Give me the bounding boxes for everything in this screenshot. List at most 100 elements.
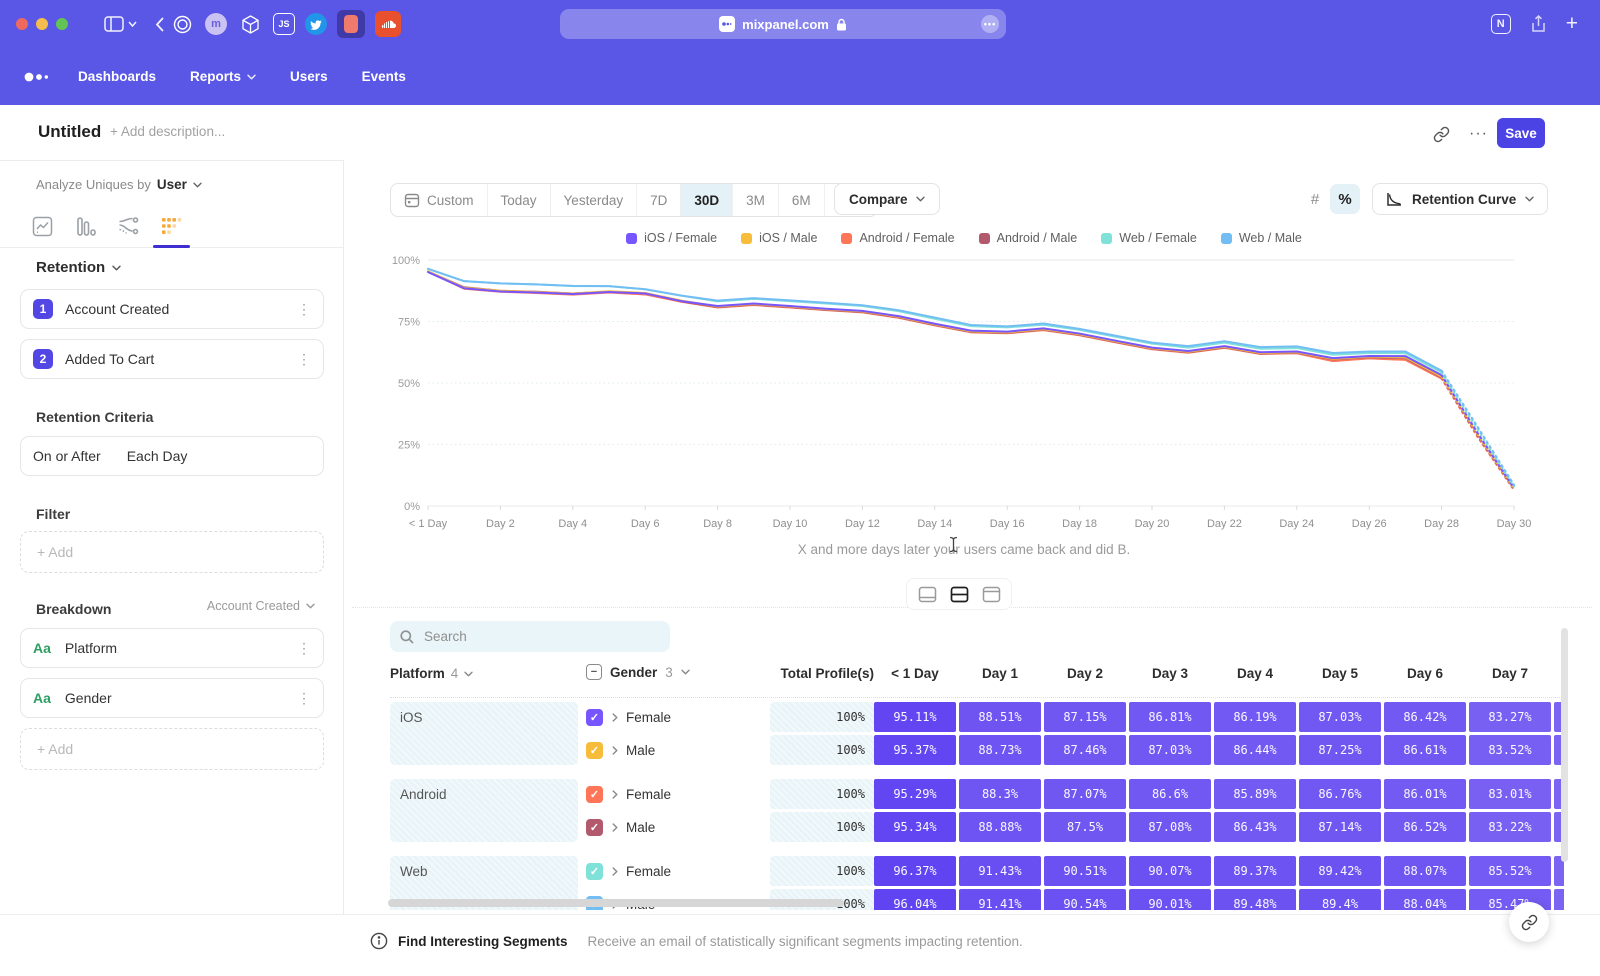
breakdown-add-button[interactable]: + Add — [20, 728, 324, 770]
expand-row-icon[interactable] — [612, 823, 618, 832]
compare-button[interactable]: Compare — [834, 183, 940, 215]
column-day[interactable]: Day 3 — [1129, 666, 1211, 681]
retention-value-cell[interactable]: 88.88% — [959, 812, 1041, 842]
range-button-7d[interactable]: 7D — [637, 184, 681, 216]
tab-flows[interactable] — [107, 205, 150, 247]
nav-item-users[interactable]: Users — [290, 69, 328, 84]
extension-m-icon[interactable]: m — [205, 13, 227, 35]
tab-insights[interactable] — [21, 205, 64, 247]
retention-value-cell[interactable]: 87.46% — [1044, 735, 1126, 765]
retention-value-cell[interactable]: 96.04% — [874, 889, 956, 910]
table-row[interactable]: ✓Female — [586, 856, 726, 886]
retention-value-cell[interactable]: 96.37% — [874, 856, 956, 886]
retention-value-cell[interactable]: 95.37% — [874, 735, 956, 765]
legend-item[interactable]: iOS / Female — [626, 231, 717, 245]
column-day[interactable]: Day 5 — [1299, 666, 1381, 681]
retention-value-cell[interactable]: 86.19% — [1214, 702, 1296, 732]
horizontal-scrollbar[interactable] — [388, 899, 844, 907]
retention-value-cell[interactable]: 91.41% — [959, 889, 1041, 910]
copy-link-icon[interactable] — [1433, 119, 1450, 149]
column-day[interactable]: < 1 Day — [874, 666, 956, 681]
extension-bird-icon[interactable] — [305, 13, 327, 35]
tab-funnels[interactable] — [64, 205, 107, 247]
nav-item-dashboards[interactable]: Dashboards — [78, 69, 156, 84]
criteria-value[interactable]: Each Day — [127, 448, 188, 464]
table-search-input[interactable] — [422, 628, 646, 645]
nav-item-events[interactable]: Events — [362, 69, 406, 84]
legend-item[interactable]: Web / Female — [1101, 231, 1197, 245]
maximize-window-button[interactable] — [56, 18, 68, 30]
extension-cube-icon[interactable] — [237, 11, 263, 37]
retention-value-cell[interactable]: 87.03% — [1299, 702, 1381, 732]
legend-item[interactable]: Web / Male — [1221, 231, 1302, 245]
step-event-name[interactable]: Account Created — [65, 301, 297, 317]
more-options-button[interactable]: ··· — [1469, 119, 1488, 149]
kebab-menu-icon[interactable]: ⋮ — [297, 690, 311, 707]
extension-soundcloud-icon[interactable] — [375, 11, 401, 37]
series-checkbox[interactable]: ✓ — [586, 786, 603, 803]
retention-criteria-row[interactable]: On or After Each Day — [20, 436, 324, 476]
retention-value-cell[interactable]: 85.89% — [1214, 779, 1296, 809]
retention-value-cell[interactable]: 86.42% — [1384, 702, 1466, 732]
vertical-scrollbar[interactable] — [1561, 628, 1568, 862]
retention-value-cell[interactable]: 86.6% — [1129, 779, 1211, 809]
retention-value-cell[interactable]: 88.04% — [1384, 889, 1466, 910]
percent-toggle[interactable]: % — [1330, 184, 1360, 214]
kebab-menu-icon[interactable]: ⋮ — [297, 351, 311, 368]
retention-value-cell[interactable]: 89.42% — [1299, 856, 1381, 886]
table-row[interactable]: ✓Female — [586, 779, 726, 809]
retention-value-cell[interactable]: 90.54% — [1044, 889, 1126, 910]
retention-value-cell[interactable]: 88.3% — [959, 779, 1041, 809]
breakdown-scope-selector[interactable]: Account Created — [207, 599, 315, 613]
mixpanel-logo[interactable] — [24, 71, 50, 83]
table-search[interactable] — [390, 621, 670, 652]
absolute-numbers-toggle[interactable]: # — [1300, 184, 1330, 214]
column-gender[interactable]: − Gender3 — [586, 664, 690, 680]
retention-value-cell[interactable]: 86.01% — [1384, 779, 1466, 809]
retention-value-cell[interactable]: 87.07% — [1044, 779, 1126, 809]
layout-table-only-toggle[interactable] — [977, 582, 1005, 606]
column-platform[interactable]: Platform4 — [390, 666, 473, 681]
expand-row-icon[interactable] — [612, 713, 618, 722]
retention-value-cell[interactable]: 88.51% — [959, 702, 1041, 732]
retention-value-cell[interactable]: 87.5% — [1044, 812, 1126, 842]
retention-value-cell[interactable]: 95.11% — [874, 702, 956, 732]
retention-value-cell[interactable]: 87.14% — [1299, 812, 1381, 842]
table-row[interactable]: ✓Female — [586, 702, 726, 732]
breakdown-platform[interactable]: Aa Platform ⋮ — [20, 628, 324, 668]
minimize-window-button[interactable] — [36, 18, 48, 30]
retention-step-2[interactable]: 2 Added To Cart ⋮ — [20, 339, 324, 379]
back-button[interactable] — [155, 17, 164, 32]
retention-section-header[interactable]: Retention — [36, 259, 121, 276]
retention-value-cell[interactable]: 85.52% — [1469, 856, 1551, 886]
retention-value-cell[interactable]: 95.34% — [874, 812, 956, 842]
series-checkbox[interactable]: ✓ — [586, 742, 603, 759]
column-day[interactable]: Day 7 — [1469, 666, 1551, 681]
retention-value-cell[interactable]: 87.25% — [1299, 735, 1381, 765]
extension-target-icon[interactable] — [169, 11, 195, 37]
retention-value-cell[interactable]: 86.61% — [1384, 735, 1466, 765]
analyze-entity-selector[interactable]: User — [157, 177, 187, 192]
retention-value-cell[interactable]: 87.08% — [1129, 812, 1211, 842]
filter-add-button[interactable]: + Add — [20, 531, 324, 573]
column-day[interactable]: Day 2 — [1044, 666, 1126, 681]
retention-value-cell[interactable]: 91.43% — [959, 856, 1041, 886]
retention-value-cell[interactable]: 83.01% — [1469, 779, 1551, 809]
column-day[interactable]: Day 6 — [1384, 666, 1466, 681]
retention-value-cell[interactable]: 89.4% — [1299, 889, 1381, 910]
range-button-yesterday[interactable]: Yesterday — [551, 184, 638, 216]
extension-js-icon[interactable]: JS — [273, 13, 295, 35]
chart-type-selector[interactable]: Retention Curve — [1372, 183, 1548, 215]
series-checkbox[interactable]: ✓ — [586, 819, 603, 836]
retention-value-cell[interactable]: 90.01% — [1129, 889, 1211, 910]
range-button-30d[interactable]: 30D — [681, 184, 733, 216]
chevron-down-icon[interactable] — [128, 21, 137, 27]
expand-row-icon[interactable] — [612, 746, 618, 755]
series-checkbox[interactable]: ✓ — [586, 863, 603, 880]
platform-cell[interactable]: Android — [390, 779, 578, 842]
sidebar-toggle-icon[interactable] — [104, 16, 124, 32]
series-checkbox[interactable]: ✓ — [586, 709, 603, 726]
range-button-custom[interactable]: Custom — [391, 184, 488, 216]
retention-value-cell[interactable]: 83.27% — [1469, 702, 1551, 732]
retention-chart[interactable]: 100%75%50%25%0%< 1 DayDay 2Day 4Day 6Day… — [384, 250, 1532, 536]
